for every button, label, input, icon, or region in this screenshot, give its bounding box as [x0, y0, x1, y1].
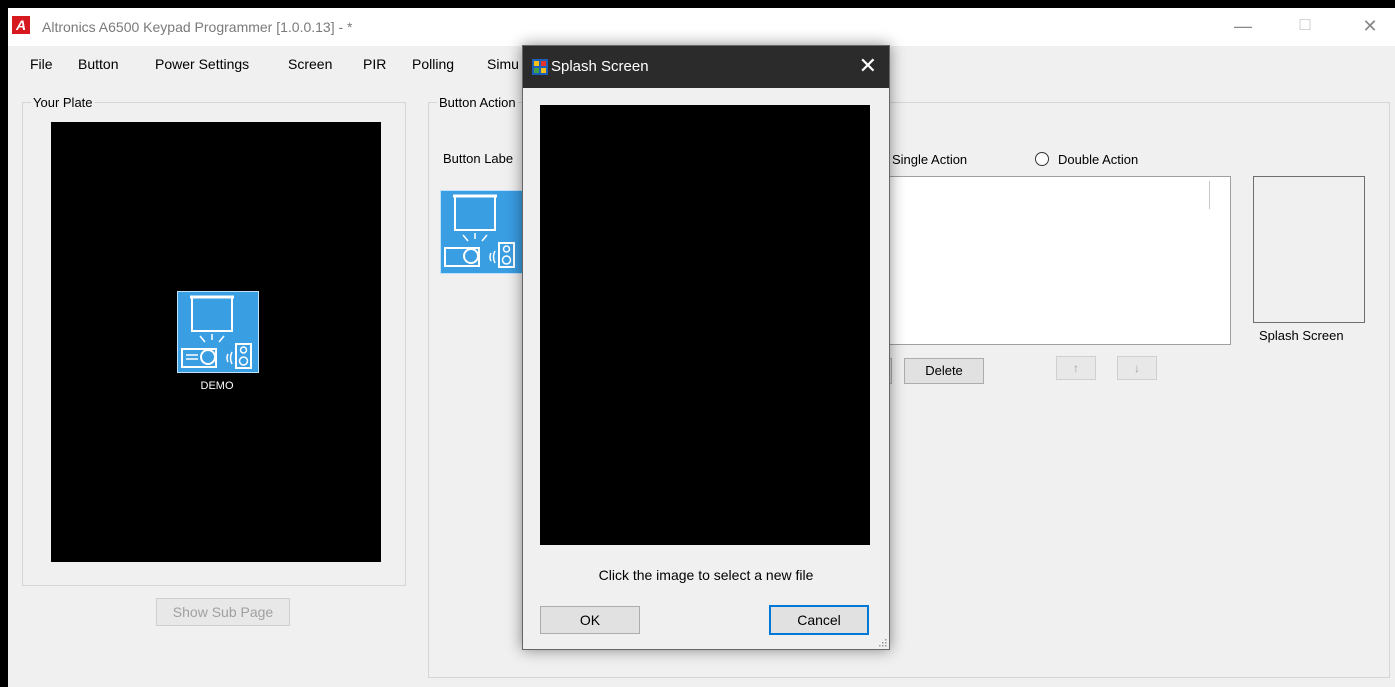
maximize-button[interactable]: ☐	[1290, 12, 1320, 40]
move-down-button[interactable]: ↓	[1117, 356, 1157, 380]
action-list[interactable]	[886, 176, 1231, 345]
splash-screen-thumbnail[interactable]	[1253, 176, 1365, 323]
projector-speaker-preview-icon	[444, 194, 515, 268]
delete-button[interactable]: Delete	[904, 358, 984, 384]
menu-pir[interactable]: PIR	[363, 56, 386, 72]
projector-speaker-icon	[181, 295, 252, 369]
double-action-label[interactable]: Double Action	[1058, 152, 1138, 167]
window-title: Altronics A6500 Keypad Programmer [1.0.0…	[42, 19, 353, 35]
splash-screen-caption: Splash Screen	[1259, 328, 1344, 343]
splash-screen-dialog: Splash Screen ✕ Click the image to selec…	[522, 45, 890, 650]
button-label-caption: Button Labe	[443, 151, 514, 166]
cancel-button[interactable]: Cancel	[769, 605, 869, 635]
menu-polling[interactable]: Polling	[412, 56, 454, 72]
your-plate-label: Your Plate	[31, 95, 95, 110]
dialog-title-bar: Splash Screen ✕	[523, 46, 889, 88]
menu-file[interactable]: File	[30, 56, 53, 72]
splash-window-icon	[532, 59, 548, 75]
app-logo-icon: A	[12, 16, 30, 34]
demo-button-tile[interactable]	[177, 291, 259, 373]
dialog-hint-text: Click the image to select a new file	[598, 567, 814, 583]
dialog-title: Splash Screen	[551, 58, 649, 75]
menu-screen[interactable]: Screen	[288, 56, 332, 72]
title-bar: A Altronics A6500 Keypad Programmer [1.0…	[8, 8, 1395, 46]
menu-power-settings[interactable]: Power Settings	[155, 56, 249, 72]
demo-tile-label: DEMO	[200, 380, 234, 392]
resize-grip-icon[interactable]	[877, 637, 887, 647]
ok-button[interactable]: OK	[540, 606, 640, 634]
selected-button-preview[interactable]	[440, 190, 528, 274]
menu-button[interactable]: Button	[78, 56, 118, 72]
list-column-divider	[1209, 181, 1210, 209]
menu-simulate[interactable]: Simu	[487, 56, 519, 72]
dialog-close-button[interactable]: ✕	[859, 54, 877, 78]
double-action-radio[interactable]	[1035, 152, 1049, 166]
minimize-button[interactable]: —	[1228, 12, 1258, 40]
button-action-label: Button Action	[437, 95, 518, 110]
move-up-button[interactable]: ↑	[1056, 356, 1096, 380]
splash-image-preview[interactable]	[540, 105, 870, 545]
single-action-label[interactable]: Single Action	[892, 152, 967, 167]
show-sub-page-button[interactable]: Show Sub Page	[156, 598, 290, 626]
plate-screen[interactable]: DEMO	[51, 122, 381, 562]
close-window-button[interactable]: ✕	[1355, 12, 1385, 40]
